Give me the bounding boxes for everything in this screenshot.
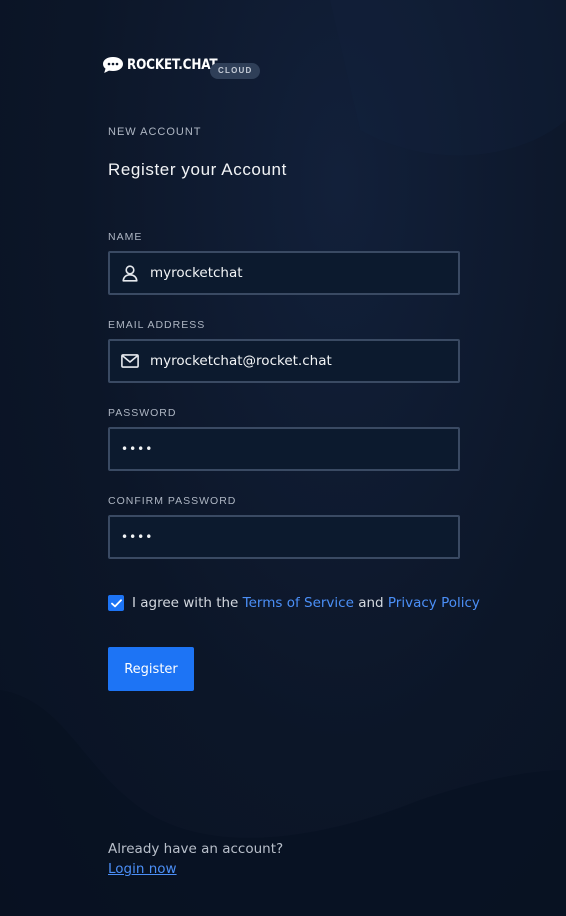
- email-label: EMAIL ADDRESS: [108, 319, 206, 331]
- privacy-policy-link[interactable]: Privacy Policy: [388, 595, 480, 611]
- logo-text: ROCKET.CHAT: [127, 57, 218, 73]
- password-input[interactable]: [121, 442, 411, 456]
- agree-checkbox[interactable]: [108, 595, 124, 611]
- agree-middle-text: and: [358, 595, 384, 611]
- confirm-password-input[interactable]: [121, 530, 411, 544]
- registration-page: ROCKET.CHAT CLOUD NEW ACCOUNT Register y…: [103, 0, 480, 916]
- agree-prefix-text: I agree with the: [132, 595, 239, 611]
- rocket-chat-logo-icon: [103, 57, 123, 73]
- brand: ROCKET.CHAT CLOUD: [102, 54, 261, 79]
- user-icon: [120, 263, 140, 283]
- password-field[interactable]: [108, 427, 460, 471]
- name-input[interactable]: [150, 265, 440, 281]
- email-input[interactable]: [150, 353, 440, 369]
- register-button[interactable]: Register: [108, 647, 194, 691]
- terms-of-service-link[interactable]: Terms of Service: [243, 595, 354, 611]
- name-field[interactable]: [108, 251, 460, 295]
- mail-icon: [120, 351, 140, 371]
- confirm-password-field[interactable]: [108, 515, 460, 559]
- confirm-password-label: CONFIRM PASSWORD: [108, 495, 237, 507]
- already-have-account-text: Already have an account?: [108, 841, 284, 857]
- terms-agreement: I agree with the Terms of Service and Pr…: [108, 594, 480, 612]
- page-kicker: NEW ACCOUNT: [108, 126, 202, 138]
- check-icon: [110, 598, 122, 607]
- name-label: NAME: [108, 231, 143, 243]
- login-now-link[interactable]: Login now: [108, 861, 177, 877]
- cloud-badge: CLOUD: [210, 63, 261, 79]
- email-field[interactable]: [108, 339, 460, 383]
- password-label: PASSWORD: [108, 407, 177, 419]
- page-title: Register your Account: [108, 160, 287, 179]
